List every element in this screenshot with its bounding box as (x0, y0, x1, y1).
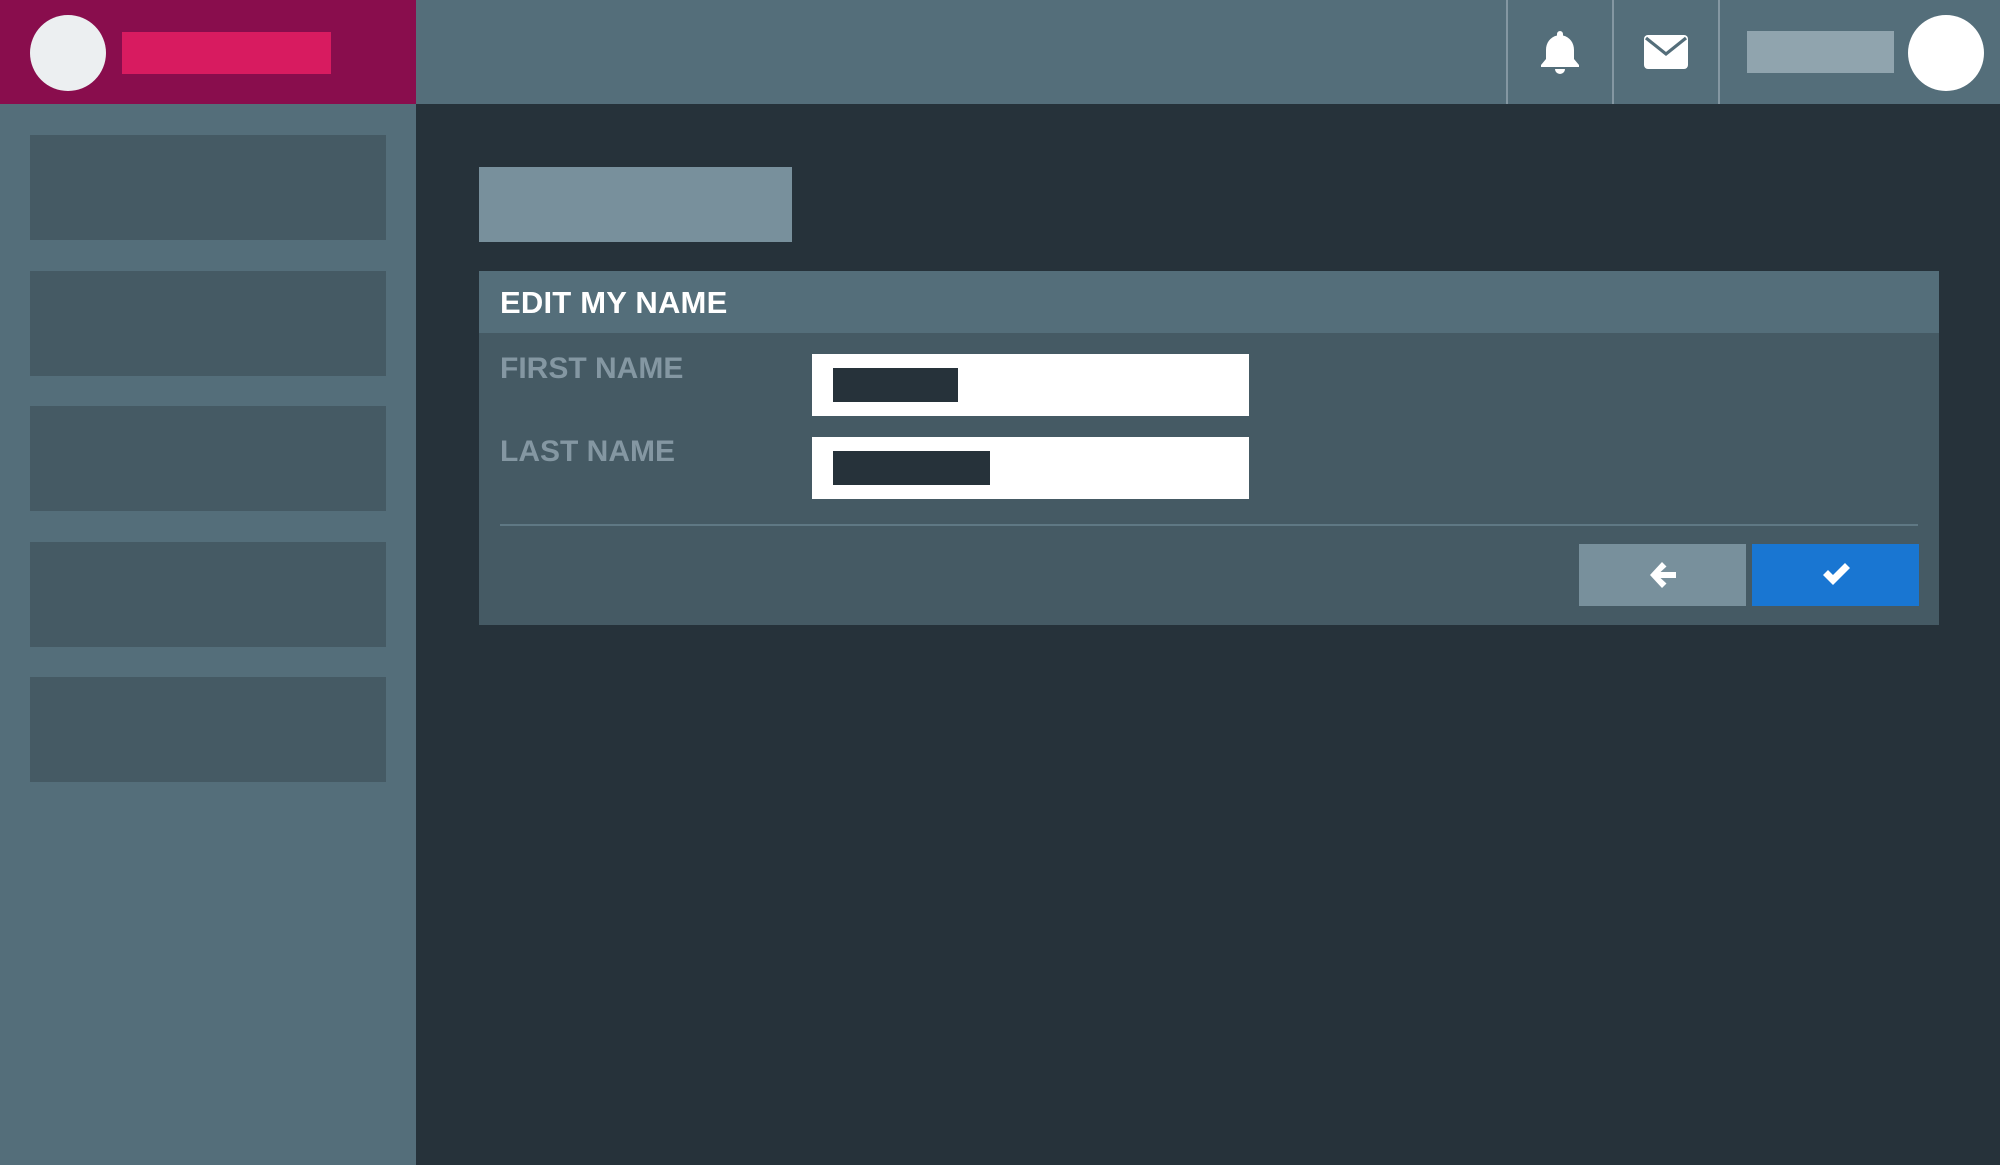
brand-area (0, 0, 416, 104)
edit-name-panel: EDIT MY NAME FIRST NAME LAST NAME (479, 271, 1939, 625)
sidebar-item-2[interactable] (30, 271, 386, 376)
sidebar (0, 104, 416, 1167)
last-name-value-redacted (833, 451, 990, 485)
sidebar-item-4[interactable] (30, 542, 386, 647)
back-button[interactable] (1579, 544, 1746, 606)
brand-name-placeholder[interactable] (122, 32, 331, 74)
bell-icon (1541, 31, 1579, 74)
user-avatar[interactable] (1908, 15, 1984, 91)
notifications-button[interactable] (1508, 0, 1612, 104)
arrow-left-icon (1649, 562, 1676, 588)
topbar-divider (1718, 0, 1720, 104)
panel-divider (500, 524, 1918, 526)
user-name-placeholder[interactable] (1747, 31, 1894, 73)
panel-header: EDIT MY NAME (479, 271, 1939, 333)
main-content: EDIT MY NAME FIRST NAME LAST NAME (416, 104, 2000, 1167)
confirm-button[interactable] (1752, 544, 1919, 606)
panel-title: EDIT MY NAME (500, 285, 728, 320)
sidebar-item-1[interactable] (30, 135, 386, 240)
envelope-icon (1644, 35, 1688, 69)
messages-button[interactable] (1614, 0, 1718, 104)
first-name-value-redacted (833, 368, 958, 402)
checkmark-icon (1822, 563, 1850, 585)
page-title-placeholder (479, 167, 792, 242)
first-name-field[interactable] (812, 354, 1249, 416)
sidebar-item-5[interactable] (30, 677, 386, 782)
brand-logo[interactable] (30, 15, 106, 91)
sidebar-item-3[interactable] (30, 406, 386, 511)
last-name-field[interactable] (812, 437, 1249, 499)
first-name-label: FIRST NAME (500, 352, 684, 385)
last-name-label: LAST NAME (500, 435, 675, 468)
